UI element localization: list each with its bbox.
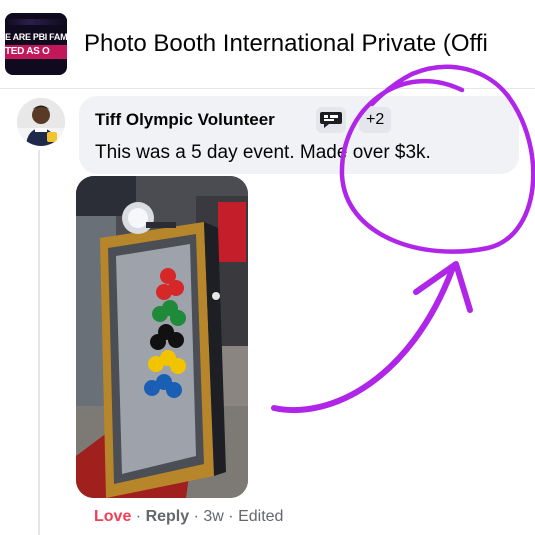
edited-label: Edited bbox=[238, 508, 284, 525]
love-reaction-link[interactable]: Love bbox=[94, 508, 131, 525]
avatar-banner-decoration bbox=[5, 19, 67, 25]
commenter-avatar-image bbox=[17, 98, 65, 146]
group-name[interactable]: Photo Booth International Private (Offi bbox=[84, 28, 535, 60]
avatar-text-line-1: E ARE PBI FAMI bbox=[5, 32, 67, 42]
comment-actions: Love · Reply · 3w · Edited bbox=[94, 506, 283, 528]
separator-dot: · bbox=[228, 508, 234, 525]
avatar-text-line-2: TED AS O bbox=[5, 45, 67, 59]
timestamp[interactable]: 3w bbox=[203, 508, 223, 525]
comment-author[interactable]: Tiff Olympic Volunteer bbox=[95, 110, 275, 130]
comment-photo[interactable] bbox=[76, 176, 248, 498]
badge-count[interactable]: +2 bbox=[359, 107, 392, 133]
comment-bubble: Tiff Olympic Volunteer +2 This was a 5 d… bbox=[79, 96, 519, 174]
photo-booth-image bbox=[76, 176, 248, 498]
curved-arrow-icon bbox=[271, 261, 473, 414]
group-header: E ARE PBI FAMI TED AS O Photo Booth Inte… bbox=[0, 0, 535, 89]
separator-dot: · bbox=[135, 508, 142, 525]
separator-dot: · bbox=[193, 508, 199, 525]
comment-text: This was a 5 day event. Made over $3k. bbox=[95, 142, 431, 163]
reply-link[interactable]: Reply bbox=[146, 508, 190, 525]
group-avatar[interactable]: E ARE PBI FAMI TED AS O bbox=[5, 13, 67, 75]
thread-line bbox=[38, 150, 40, 535]
commenter-avatar[interactable] bbox=[17, 98, 65, 146]
chat-bubble-badge-icon[interactable] bbox=[316, 107, 346, 133]
